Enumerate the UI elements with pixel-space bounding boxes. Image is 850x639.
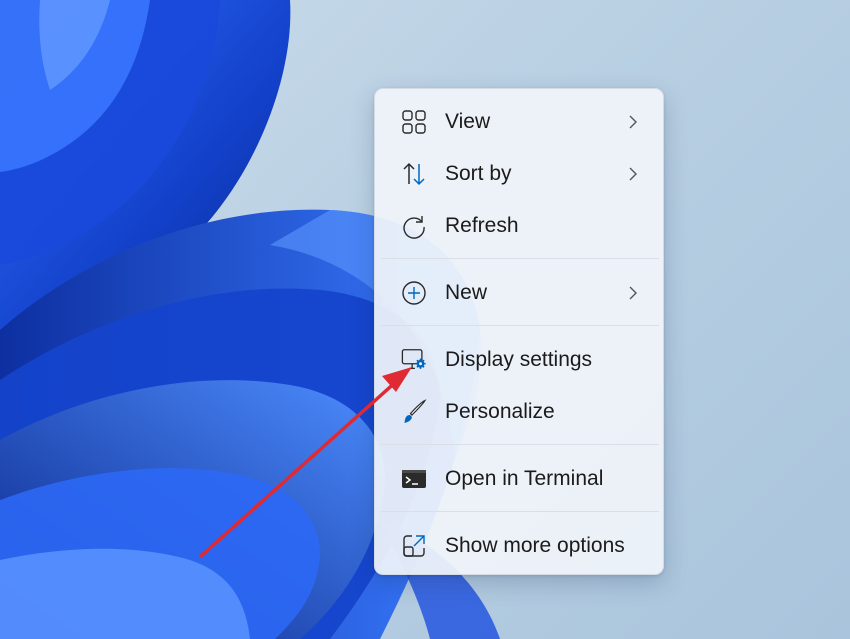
share-box-icon [401,533,427,559]
menu-item-label: Personalize [445,400,555,423]
refresh-icon [401,213,427,239]
menu-item-display-settings[interactable]: Display settings [381,338,659,382]
menu-item-label: Sort by [445,162,512,185]
menu-item-label: Refresh [445,214,519,237]
menu-item-new[interactable]: New [381,271,659,315]
menu-separator [381,325,659,326]
plus-circle-icon [401,280,427,306]
menu-item-view[interactable]: View [381,100,659,144]
brush-icon [401,399,427,425]
menu-item-personalize[interactable]: Personalize [381,390,659,434]
menu-item-refresh[interactable]: Refresh [381,204,659,248]
chevron-right-icon [629,286,637,300]
menu-item-show-more-options[interactable]: Show more options [381,524,659,568]
menu-item-label: View [445,110,491,133]
desktop-context-menu: View Sort by Refresh New Display setting… [374,88,664,575]
chevron-right-icon [629,167,637,181]
grid-view-icon [401,109,427,135]
chevron-right-icon [629,115,637,129]
menu-item-open-in-terminal[interactable]: Open in Terminal [381,457,659,501]
menu-item-label: Display settings [445,348,593,371]
menu-separator [381,444,659,445]
display-settings-icon [401,347,427,373]
menu-item-sort-by[interactable]: Sort by [381,152,659,196]
menu-separator [381,258,659,259]
menu-item-label: Show more options [445,534,625,557]
menu-item-label: Open in Terminal [445,467,604,490]
menu-separator [381,511,659,512]
terminal-icon [401,466,427,492]
menu-item-label: New [445,281,488,304]
sort-arrows-icon [401,161,427,187]
